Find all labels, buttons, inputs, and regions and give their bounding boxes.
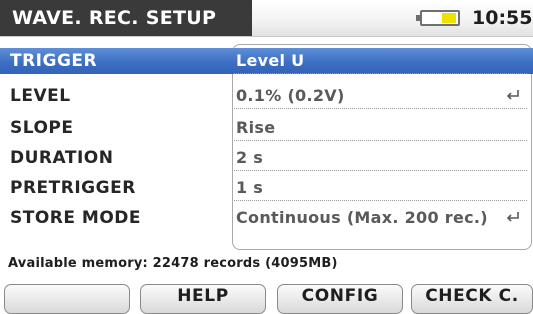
setting-row-trigger[interactable]: TRIGGER Level U	[0, 48, 533, 74]
setting-label: PRETRIGGER	[10, 178, 136, 198]
setting-row-store-mode[interactable]: STORE MODE Continuous (Max. 200 rec.)	[0, 205, 533, 231]
setting-row-pretrigger[interactable]: PRETRIGGER 1 s	[0, 175, 533, 201]
setting-row-level[interactable]: LEVEL 0.1% (0.2V)	[0, 83, 533, 109]
check-connection-button[interactable]: CHECK C.	[411, 284, 533, 314]
setting-value: Level U	[236, 51, 305, 70]
setting-row-slope[interactable]: SLOPE Rise	[0, 115, 533, 141]
clock-time: 10:55	[472, 7, 533, 29]
screen-title: WAVE. REC. SETUP	[0, 0, 252, 36]
setting-label: STORE MODE	[10, 208, 142, 228]
row-divider	[234, 200, 527, 201]
row-divider	[234, 108, 527, 109]
setting-value: 1 s	[236, 178, 264, 197]
setting-value: Continuous (Max. 200 rec.)	[236, 208, 488, 227]
enter-return-icon	[506, 90, 519, 100]
setting-row-duration[interactable]: DURATION 2 s	[0, 145, 533, 171]
row-divider	[234, 73, 527, 74]
battery-level-fill	[442, 13, 456, 23]
setting-value: 0.1% (0.2V)	[236, 86, 345, 105]
row-divider	[234, 170, 527, 171]
enter-return-icon	[506, 212, 519, 222]
setting-label: DURATION	[10, 148, 114, 168]
setting-label: LEVEL	[10, 86, 71, 106]
setting-label: SLOPE	[10, 118, 74, 138]
setting-value: Rise	[236, 118, 276, 137]
help-button[interactable]: HELP	[140, 284, 266, 314]
config-button[interactable]: CONFIG	[277, 284, 403, 314]
function-key-f1[interactable]	[4, 284, 130, 314]
status-bar: WAVE. REC. SETUP 10:55	[0, 0, 533, 37]
setting-value: 2 s	[236, 148, 264, 167]
setting-label: TRIGGER	[10, 51, 98, 71]
battery-icon	[416, 10, 460, 26]
row-divider	[234, 140, 527, 141]
available-memory-text: Available memory: 22478 records (4095MB)	[8, 256, 338, 271]
